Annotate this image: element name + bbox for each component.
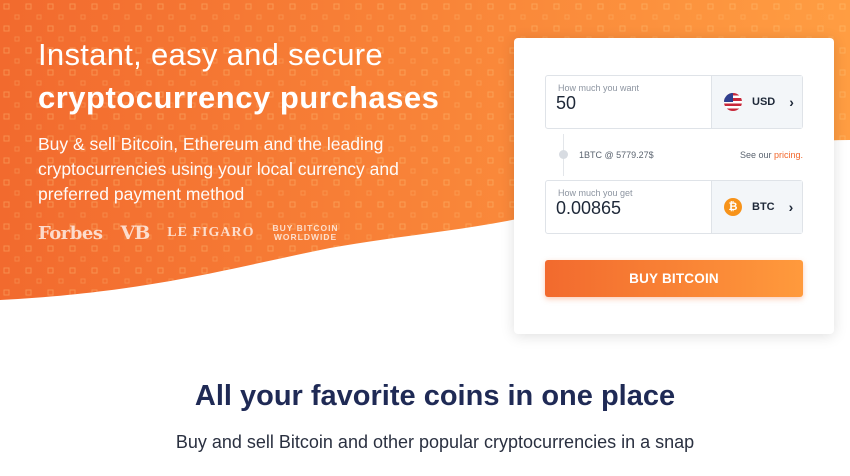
amount-get-input[interactable] [556, 198, 706, 219]
buy-bitcoin-worldwide-logo: BUY BITCOIN WORLDWIDE [272, 224, 338, 242]
section-title: All your favorite coins in one place [194, 380, 676, 412]
le-figaro-logo: LE FIGARO [167, 225, 255, 240]
forbes-logo: Forbes [38, 222, 103, 244]
fiat-currency-code: USD [752, 96, 776, 108]
section-subtitle: Buy and sell Bitcoin and other popular c… [175, 432, 695, 452]
amount-want-label: How much you want [558, 83, 640, 93]
amount-want-field: How much you want USD › [545, 75, 803, 129]
pricing-link[interactable]: pricing. [774, 150, 803, 160]
hero-headline-line2: cryptocurrency purchases [38, 80, 440, 115]
pricing-note: See our pricing. [740, 150, 803, 160]
bbw-line2: WORLDWIDE [273, 232, 338, 242]
bitcoin-icon: ₿ [724, 198, 742, 216]
chevron-right-icon: › [788, 199, 794, 215]
rate-dot-icon [559, 150, 568, 159]
crypto-currency-selector[interactable]: ₿ BTC › [711, 181, 802, 233]
exchange-rate-row: 1BTC @ 5779.27$ See our pricing. [559, 134, 803, 176]
amount-get-field: How much you get ₿ BTC › [545, 180, 803, 234]
vb-logo: VB [120, 222, 150, 244]
amount-get-label: How much you get [558, 188, 633, 198]
hero-subtext: Buy & sell Bitcoin, Ethereum and the lea… [38, 134, 399, 204]
amount-want-input[interactable] [556, 93, 706, 114]
hero-headline-line1: Instant, easy and secure [38, 37, 383, 72]
us-flag-icon [724, 93, 742, 111]
hero-text: Instant, easy and secure cryptocurrency … [38, 38, 498, 207]
fiat-currency-selector[interactable]: USD › [711, 76, 802, 128]
buy-bitcoin-button[interactable]: BUY BITCOIN [545, 260, 803, 297]
exchange-rate: 1BTC @ 5779.27$ [579, 150, 654, 160]
converter-card: How much you want USD › 1BTC @ 5779.27$ … [514, 38, 834, 334]
chevron-right-icon: › [789, 94, 794, 110]
pricing-prefix: See our [739, 150, 774, 160]
crypto-currency-code: BTC [752, 201, 775, 213]
press-logos: Forbes VB LE FIGARO BUY BITCOIN WORLDWID… [38, 222, 339, 244]
